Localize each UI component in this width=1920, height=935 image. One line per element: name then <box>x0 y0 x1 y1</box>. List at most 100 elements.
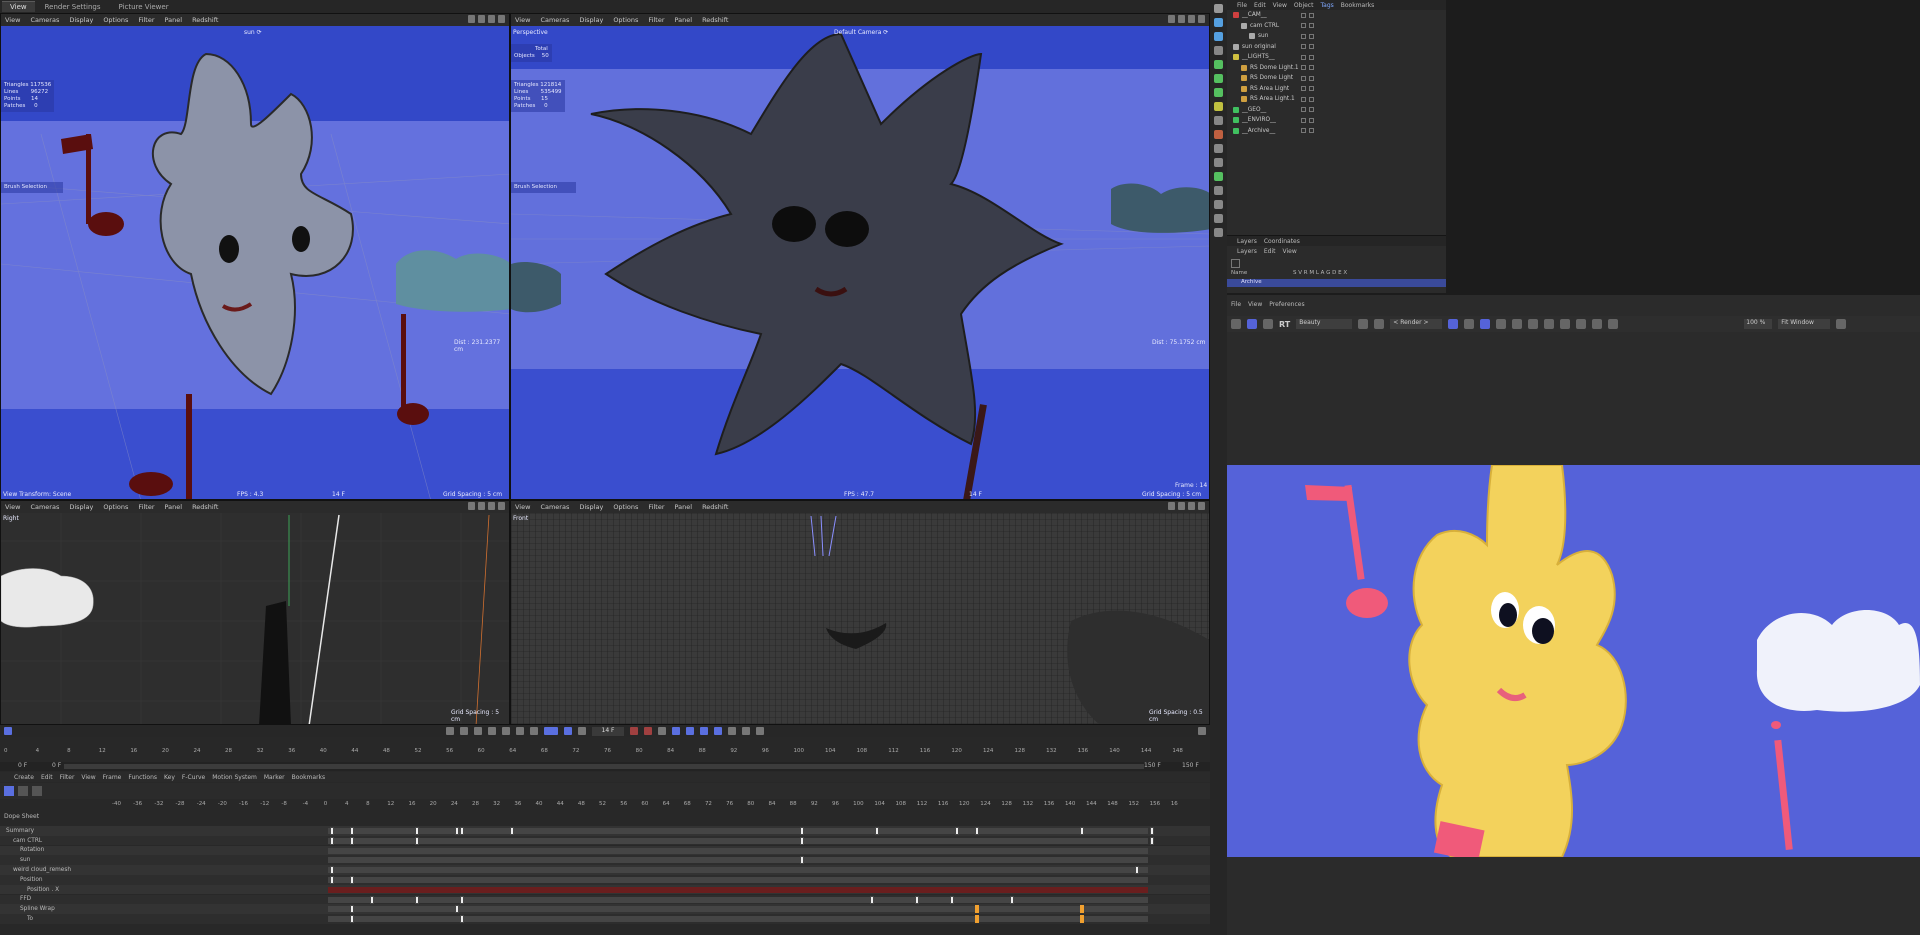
track-row[interactable]: sun <box>0 855 1210 865</box>
current-frame-field[interactable]: 14 F <box>592 726 624 736</box>
ds-menu-frame[interactable]: Frame <box>103 774 122 781</box>
object-row[interactable]: RS Dome Light <box>1227 73 1446 84</box>
editor-visibility-icon[interactable] <box>1301 75 1306 81</box>
brush-selection-label[interactable]: Brush Selection <box>511 182 576 193</box>
menu-options[interactable]: Options <box>613 503 638 511</box>
tab-view[interactable]: View <box>2 1 35 12</box>
viewport-front[interactable]: View Cameras Display Options Filter Pane… <box>510 500 1210 725</box>
keyframe[interactable] <box>975 905 979 914</box>
scale-key-icon[interactable] <box>686 727 694 735</box>
range-slider[interactable] <box>64 764 1144 769</box>
editor-visibility-icon[interactable] <box>1301 65 1306 71</box>
editor-visibility-icon[interactable] <box>1301 96 1306 102</box>
viewport-right[interactable]: View Cameras Display Options Filter Pane… <box>0 500 510 725</box>
menu-view[interactable]: View <box>515 503 530 511</box>
object-visibility-toggles[interactable] <box>1301 75 1314 81</box>
light-icon[interactable] <box>1214 102 1223 111</box>
goto-end-icon[interactable] <box>530 727 538 735</box>
move-key-icon[interactable] <box>672 727 680 735</box>
bokeh-icon[interactable] <box>1560 319 1571 329</box>
autokey-icon[interactable] <box>644 727 652 735</box>
object-visibility-toggles[interactable] <box>1301 107 1314 113</box>
keyframe[interactable] <box>460 895 464 904</box>
ds-menu-functions[interactable]: Functions <box>128 774 157 781</box>
start-frame-field[interactable]: 0 F <box>18 762 27 769</box>
pen-icon[interactable] <box>1214 186 1223 195</box>
sun-icon[interactable] <box>1496 319 1507 329</box>
settings-icon[interactable] <box>1214 228 1223 237</box>
layout-icon[interactable] <box>1464 319 1475 329</box>
history-icon[interactable] <box>1608 319 1619 329</box>
om-menu-tags[interactable]: Tags <box>1320 2 1333 9</box>
speed-icon[interactable] <box>564 727 572 735</box>
keyframe[interactable] <box>975 915 979 924</box>
layer-row-archive[interactable]: Archive <box>1227 279 1446 287</box>
paint-icon[interactable] <box>1214 214 1223 223</box>
keyframe[interactable] <box>415 836 419 845</box>
render-visibility-icon[interactable] <box>1309 128 1314 134</box>
editor-visibility-icon[interactable] <box>1301 86 1306 92</box>
menu-view[interactable]: View <box>5 503 20 511</box>
keyframe[interactable] <box>950 895 954 904</box>
om-menu-bookmarks[interactable]: Bookmarks <box>1341 2 1375 9</box>
motion-mode-icon[interactable] <box>32 786 42 796</box>
tab-picture-viewer[interactable]: Picture Viewer <box>110 2 176 12</box>
ds-menu-motion-system[interactable]: Motion System <box>212 774 257 781</box>
keyframe[interactable] <box>1010 895 1014 904</box>
object-visibility-toggles[interactable] <box>1301 44 1314 50</box>
track-row[interactable]: Summary <box>0 826 1210 836</box>
dope-sheet-ruler[interactable]: -40 -36 -32 -28 -24 -20 -16 -12 -8 -4 0 4 8 12 16 20 24 2… <box>112 801 1210 810</box>
render-visibility-icon[interactable] <box>1309 75 1314 81</box>
next-key-icon[interactable] <box>516 727 524 735</box>
rotate-key-icon[interactable] <box>700 727 708 735</box>
layers-menu-edit[interactable]: Edit <box>1264 248 1276 255</box>
save-icon[interactable] <box>1576 319 1587 329</box>
track-row[interactable]: To <box>0 914 1210 924</box>
keyframe[interactable] <box>1135 866 1139 875</box>
keyframe[interactable] <box>330 827 334 835</box>
grid-icon[interactable] <box>1448 319 1459 329</box>
preview-end-field[interactable]: 150 F <box>1144 762 1161 769</box>
keyframe[interactable] <box>350 876 354 884</box>
render-icon[interactable] <box>1231 319 1241 329</box>
ds-menu-filter[interactable]: Filter <box>60 774 75 781</box>
param-key-icon[interactable] <box>714 727 722 735</box>
menu-display[interactable]: Display <box>69 16 93 24</box>
tab-layers[interactable]: Layers <box>1237 238 1257 245</box>
track-row[interactable]: Rotation <box>0 845 1210 856</box>
snapshot-icon[interactable] <box>1358 319 1369 329</box>
track-row[interactable]: Spline Wrap <box>0 904 1210 914</box>
keymode-icon[interactable] <box>4 786 14 796</box>
select-tool-icon[interactable] <box>1214 4 1223 13</box>
rotate-icon[interactable] <box>1188 502 1195 510</box>
spline-icon[interactable] <box>1214 60 1223 69</box>
render-visibility-icon[interactable] <box>1309 12 1314 18</box>
zoom-dropdown[interactable]: 100 % <box>1744 319 1773 329</box>
maximize-icon[interactable] <box>1198 502 1205 510</box>
menu-options[interactable]: Options <box>103 16 128 24</box>
refresh-icon[interactable] <box>1263 319 1273 329</box>
render-region-icon[interactable] <box>1247 319 1257 329</box>
key-icon[interactable] <box>4 727 12 735</box>
object-visibility-toggles[interactable] <box>1301 33 1314 39</box>
menu-cameras[interactable]: Cameras <box>540 16 569 24</box>
render-visibility-icon[interactable] <box>1309 65 1314 71</box>
keyframe[interactable] <box>415 827 419 835</box>
viewport-sun-camera[interactable]: View Cameras Display Options Filter Pane… <box>0 13 510 500</box>
menu-redshift[interactable]: Redshift <box>702 16 728 24</box>
deformer-icon[interactable] <box>1214 88 1223 97</box>
keyframe[interactable] <box>870 895 874 904</box>
prev-frame-icon[interactable] <box>474 727 482 735</box>
keyframe-selection-icon[interactable] <box>658 727 666 735</box>
menu-filter[interactable]: Filter <box>648 16 664 24</box>
menu-display[interactable]: Display <box>579 503 603 511</box>
object-row[interactable]: RS Dome Light.1 <box>1227 63 1446 74</box>
scene-icon[interactable] <box>1214 158 1223 167</box>
editor-visibility-icon[interactable] <box>1301 107 1306 113</box>
zoom-icon[interactable] <box>1178 15 1185 23</box>
keyframe[interactable] <box>350 905 354 914</box>
keyframe[interactable] <box>370 895 374 904</box>
render-visibility-icon[interactable] <box>1309 96 1314 102</box>
menu-view[interactable]: View <box>515 16 530 24</box>
keyframe[interactable] <box>800 856 804 865</box>
